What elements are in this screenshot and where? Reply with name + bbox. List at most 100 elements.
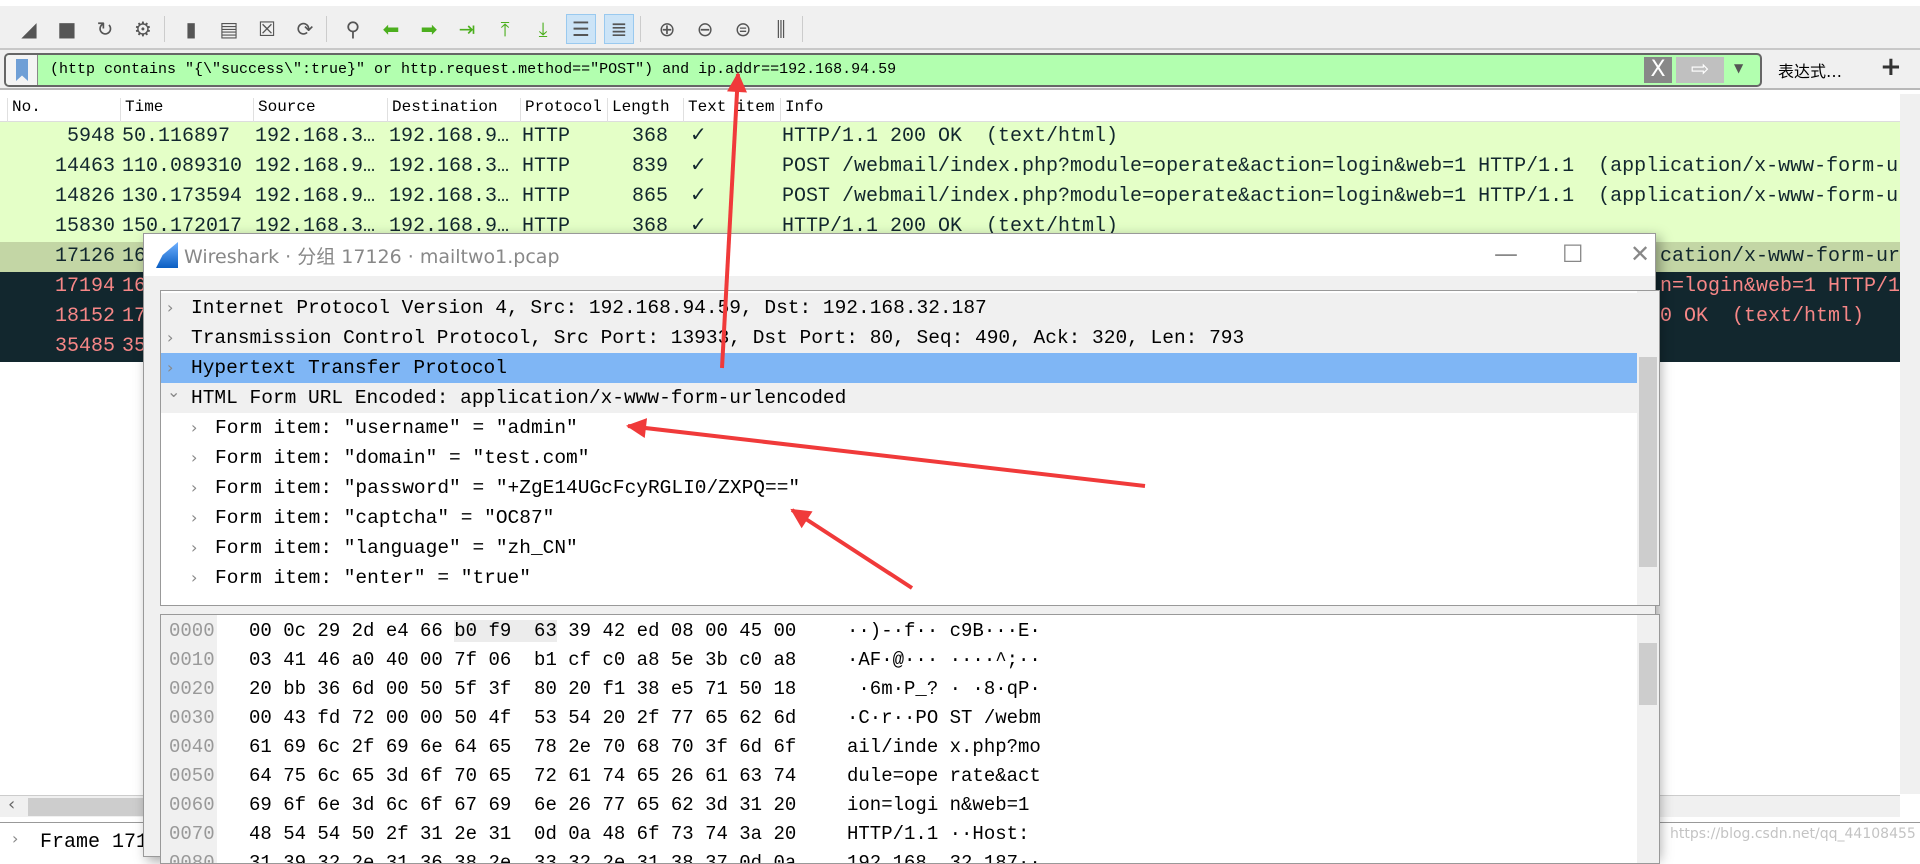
hex-ascii[interactable]: dule=ope rate&act <box>847 762 1041 791</box>
column-header[interactable]: Time <box>120 98 163 122</box>
add-filter-button[interactable]: + <box>1880 52 1902 82</box>
column-header[interactable]: Length <box>607 98 670 122</box>
hex-ascii[interactable]: ·6m·P_? · ·8·qP· <box>847 675 1040 704</box>
protocol-tree-node[interactable]: › Transmission Control Protocol, Src Port… <box>161 323 1637 353</box>
cell-dst: 192.168.3… <box>389 185 510 208</box>
chevron-right-icon[interactable]: › <box>191 473 197 503</box>
scrollbar-thumb[interactable] <box>1639 643 1657 705</box>
first-packet-icon[interactable]: ⤒ <box>490 14 520 44</box>
last-packet-icon[interactable]: ⤓ <box>528 14 558 44</box>
chevron-right-icon[interactable]: › <box>191 413 197 443</box>
hex-row: 0030 00 43 fd 72 00 00 50 4f 53 54 20 2f … <box>161 704 1631 733</box>
chevron-right-icon[interactable]: › <box>191 503 197 533</box>
expression-button[interactable]: 表达式… <box>1778 58 1842 82</box>
packet-list-vertical-scrollbar[interactable] <box>1900 94 1920 794</box>
form-item-tree-node[interactable]: › Form item: "captcha" = "OC87" <box>161 503 1637 533</box>
expand-arrow-icon[interactable]: › <box>12 829 18 848</box>
cell-time: 130.173594 <box>122 185 243 208</box>
packet-row[interactable]: 5948 50.116897 192.168.3… 192.168.9… HTTP 368… <box>0 122 1900 152</box>
cell-len: 865 <box>631 185 668 208</box>
cell-time: 50.116897 <box>122 125 231 148</box>
packet-row[interactable]: 14463 110.089310 192.168.9… 192.168.3… HTTP 8… <box>0 152 1910 182</box>
apply-filter-button[interactable]: ⇨ <box>1676 57 1724 83</box>
filter-text[interactable]: (http contains "{\"success\":true}" or h… <box>50 61 896 78</box>
protocol-tree-node[interactable]: ⌄ HTML Form URL Encoded: application/x-ww… <box>161 382 1637 413</box>
minimize-button[interactable]: — <box>1494 240 1518 268</box>
hex-bytes[interactable]: 48 54 54 50 2f 31 2e 31 0d 0a 48 6f 73 7… <box>249 820 796 849</box>
hex-offset: 0010 <box>169 649 215 671</box>
go-back-icon[interactable]: ⬅ <box>376 14 406 44</box>
column-header[interactable]: No. <box>7 98 41 122</box>
chevron-right-icon[interactable]: › <box>167 293 173 323</box>
zoom-in-icon[interactable]: ⊕ <box>652 14 682 44</box>
close-file-icon[interactable]: ☒ <box>252 14 282 44</box>
close-button[interactable]: ✕ <box>1630 240 1650 268</box>
bookmark-icon[interactable] <box>6 55 38 85</box>
zoom-out-icon[interactable]: ⊖ <box>690 14 720 44</box>
frame-tree-item[interactable]: Frame 171 <box>40 831 148 854</box>
chevron-right-icon[interactable]: › <box>167 323 173 353</box>
colorize-icon[interactable]: ≣ <box>604 14 634 44</box>
wireshark-logo-icon <box>156 242 178 268</box>
form-item-tree-node[interactable]: › Form item: "language" = "zh_CN" <box>161 533 1637 563</box>
tree-node-label: Form item: "domain" = "test.com" <box>215 447 590 469</box>
protocol-tree-node[interactable]: › Hypertext Transfer Protocol <box>161 353 1637 383</box>
find-icon[interactable]: ⚲ <box>338 14 368 44</box>
autoscroll-icon[interactable]: ☰ <box>566 14 596 44</box>
form-item-tree-node[interactable]: › Form item: "password" = "+ZgE14UGcFcyRG… <box>161 473 1637 503</box>
go-to-packet-icon[interactable]: ⇥ <box>452 14 482 44</box>
zoom-normal-icon[interactable]: ⊜ <box>728 14 758 44</box>
chevron-down-icon[interactable]: ⌄ <box>167 377 180 407</box>
protocol-tree-node[interactable]: › Internet Protocol Version 4, Src: 192.1… <box>161 293 1637 323</box>
hex-ascii[interactable]: ·AF·@··· ····^;·· <box>847 646 1041 675</box>
form-item-tree-node[interactable]: › Form item: "enter" = "true" <box>161 563 1637 593</box>
chevron-right-icon[interactable]: › <box>191 533 197 563</box>
clear-filter-button[interactable]: X <box>1644 57 1672 83</box>
cell-no: 17126 <box>54 245 115 268</box>
resize-columns-icon[interactable]: ⫼ <box>766 14 796 44</box>
column-header[interactable]: Info <box>780 98 823 122</box>
dialog-title-bar[interactable]: Wireshark · 分组 17126 · mailtwo1.pcap — ☐… <box>144 234 1655 276</box>
toolbar-separator <box>640 16 641 42</box>
hex-bytes[interactable]: 00 0c 29 2d e4 66 b0 f9 63 39 42 ed 08 0… <box>249 617 796 646</box>
bytes-scrollbar[interactable] <box>1637 615 1659 863</box>
chevron-right-icon[interactable]: › <box>191 563 197 593</box>
form-item-tree-node[interactable]: › Form item: "username" = "admin" <box>161 413 1637 443</box>
column-header[interactable]: Source <box>253 98 316 122</box>
hex-ascii[interactable]: ··)-·f·· c9B···E· <box>847 617 1041 646</box>
shark-fin-start-icon[interactable]: ◢ <box>14 14 44 44</box>
tree-scrollbar[interactable] <box>1637 291 1659 605</box>
hex-bytes[interactable]: 20 bb 36 6d 00 50 5f 3f 80 20 f1 38 e5 7… <box>249 675 796 704</box>
form-item-tree-node[interactable]: › Form item: "domain" = "test.com" <box>161 443 1637 473</box>
file-icon[interactable]: ▤ <box>214 14 244 44</box>
go-forward-icon[interactable]: ➡ <box>414 14 444 44</box>
packet-row[interactable]: 14826 130.173594 192.168.9… 192.168.3… HTTP 8… <box>0 182 1910 212</box>
stop-icon[interactable]: ■ <box>52 14 82 44</box>
hex-bytes[interactable]: 00 43 fd 72 00 00 50 4f 53 54 20 2f 77 6… <box>249 704 796 733</box>
maximize-button[interactable]: ☐ <box>1562 240 1584 268</box>
hex-ascii[interactable]: ail/inde x.php?mo <box>847 733 1041 762</box>
hex-bytes[interactable]: 69 6f 6e 3d 6c 6f 67 69 6e 26 77 65 62 3… <box>249 791 796 820</box>
hex-bytes[interactable]: 03 41 46 a0 40 00 7f 06 b1 cf c0 a8 5e 3… <box>249 646 796 675</box>
reload-icon[interactable]: ⟳ <box>290 14 320 44</box>
display-filter-bar: (http contains "{\"success\":true}" or h… <box>0 50 1920 90</box>
hex-bytes[interactable]: 61 69 6c 2f 69 6e 64 65 78 2e 70 68 70 3… <box>249 733 796 762</box>
hex-bytes[interactable]: 64 75 6c 65 3d 6f 70 65 72 61 74 65 26 6… <box>249 762 796 791</box>
hex-ascii[interactable]: ion=logi n&web=1 <box>847 791 1041 820</box>
hex-ascii[interactable]: HTTP/1.1 ··Host: <box>847 820 1041 849</box>
column-header[interactable]: Text item <box>683 98 774 122</box>
restart-icon[interactable]: ↻ <box>90 14 120 44</box>
chevron-right-icon[interactable]: › <box>191 443 197 473</box>
open-folder-icon[interactable]: ▮ <box>176 14 206 44</box>
hex-ascii[interactable]: ·C·r··PO ST /webm <box>847 704 1041 733</box>
scrollbar-thumb[interactable] <box>1639 357 1657 567</box>
scroll-left-icon[interactable]: ‹ <box>8 794 15 815</box>
hex-row: 0070 48 54 54 50 2f 31 2e 31 0d 0a 48 6f … <box>161 820 1631 849</box>
cell-src: 192.168.9… <box>255 155 376 178</box>
display-filter-input[interactable]: (http contains "{\"success\":true}" or h… <box>4 53 1762 87</box>
options-gear-icon[interactable]: ⚙ <box>128 14 158 44</box>
column-header[interactable]: Destination <box>387 98 498 122</box>
filter-history-dropdown-icon[interactable]: ▼ <box>1734 61 1743 75</box>
cell-no: 18152 <box>54 305 115 328</box>
column-header[interactable]: Protocol <box>520 98 602 122</box>
